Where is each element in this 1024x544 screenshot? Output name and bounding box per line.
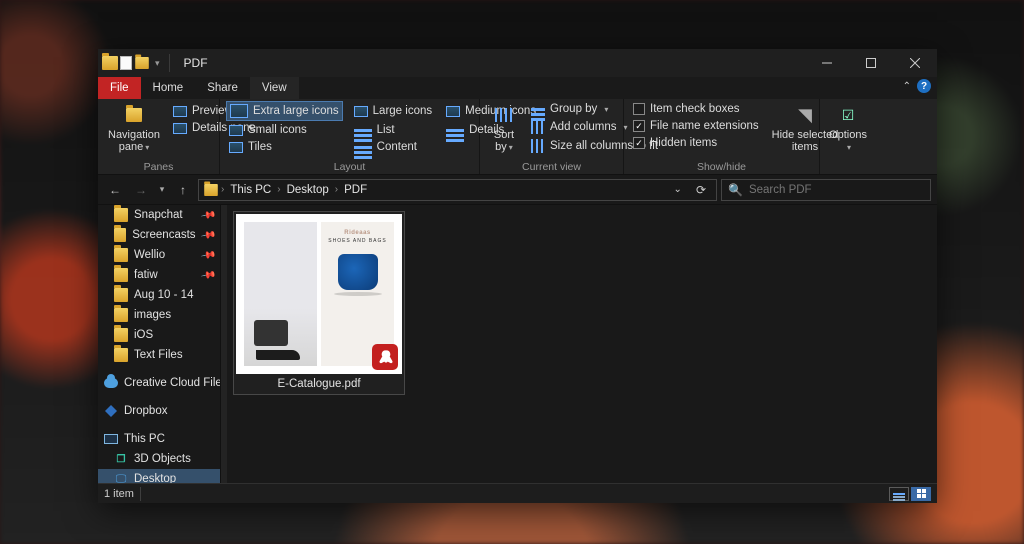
tab-file[interactable]: File — [98, 77, 141, 99]
navigation-pane-button[interactable]: Navigation pane▾ — [104, 101, 164, 156]
search-box[interactable]: 🔍 — [721, 179, 931, 201]
navigation-tree[interactable]: Snapchat📌 Screencasts📌 Wellio📌 fatiw📌 Au… — [98, 205, 221, 483]
sidebar-item-ios[interactable]: iOS — [98, 325, 220, 345]
sidebar-item-aug10[interactable]: Aug 10 - 14 — [98, 285, 220, 305]
file-name-label: E-Catalogue.pdf — [236, 374, 402, 392]
options-button[interactable]: ☑ Options▾ — [825, 101, 871, 156]
ribbon-view: Navigation pane▾ Preview pane Details pa… — [98, 99, 937, 175]
layout-xl-icons[interactable]: Extra large icons — [226, 101, 343, 121]
sidebar-item-ccf[interactable]: Creative Cloud Files — [98, 373, 220, 393]
help-icon[interactable]: ? — [917, 79, 931, 93]
file-item-ecatalogue[interactable]: Rideaas SHOES AND BAGS E-Catalogue.pdf — [233, 211, 405, 395]
breadcrumb-thispc[interactable]: This PC — [226, 184, 275, 196]
qat-expand-icon[interactable]: ▾ — [152, 58, 163, 69]
group-panes-label: Panes — [104, 160, 213, 174]
tab-share[interactable]: Share — [195, 77, 250, 99]
status-bar: 1 item — [98, 483, 937, 503]
sidebar-item-screencasts[interactable]: Screencasts📌 — [98, 225, 220, 245]
forward-button[interactable]: → — [130, 179, 152, 201]
item-checkboxes-toggle[interactable]: Item check boxes — [630, 101, 762, 117]
titlebar: ▾ PDF — [98, 49, 937, 77]
window-title: PDF — [178, 56, 805, 70]
layout-large-icons[interactable]: Large icons — [351, 101, 435, 121]
layout-content[interactable]: Content — [351, 139, 435, 155]
ribbon-tabs: File Home Share View ⌃ ? — [98, 77, 937, 99]
tab-home[interactable]: Home — [141, 77, 196, 99]
refresh-button[interactable]: ⟳ — [690, 183, 712, 197]
pdf-thumbnail: Rideaas SHOES AND BAGS — [236, 214, 402, 374]
qat-folder-icon[interactable] — [135, 57, 149, 69]
sidebar-item-fatiw[interactable]: fatiw📌 — [98, 265, 220, 285]
sidebar-item-dropbox[interactable]: Dropbox — [98, 401, 220, 421]
status-count: 1 item — [104, 488, 134, 500]
sidebar-item-wellio[interactable]: Wellio📌 — [98, 245, 220, 265]
view-thumbnails-button[interactable] — [911, 487, 931, 501]
tab-view[interactable]: View — [250, 77, 299, 99]
ribbon-collapse-icon[interactable]: ⌃ — [903, 81, 911, 92]
layout-tiles[interactable]: Tiles — [226, 139, 343, 155]
sidebar-item-images[interactable]: images — [98, 305, 220, 325]
pdf-badge-icon — [372, 344, 398, 370]
address-folder-icon — [204, 184, 218, 196]
group-showhide-label: Show/hide — [630, 160, 813, 174]
back-button[interactable]: ← — [104, 179, 126, 201]
layout-small-icons[interactable]: Small icons — [226, 122, 343, 138]
breadcrumb-desktop[interactable]: Desktop — [283, 184, 333, 196]
hidden-items-toggle[interactable]: ✓Hidden items — [630, 135, 762, 151]
app-folder-icon — [102, 56, 118, 70]
view-details-button[interactable] — [889, 487, 909, 501]
recent-locations-button[interactable]: ▾ — [156, 179, 168, 201]
qat-doc-icon[interactable] — [120, 56, 132, 70]
breadcrumb-pdf[interactable]: PDF — [340, 184, 371, 196]
navigation-row: ← → ▾ ↑ › This PC › Desktop › PDF ⌄ ⟳ 🔍 — [98, 175, 937, 205]
layout-list[interactable]: List — [351, 122, 435, 138]
history-chevron-icon[interactable]: ⌄ — [668, 184, 688, 195]
maximize-button[interactable] — [849, 49, 893, 77]
sidebar-item-thispc[interactable]: This PC — [98, 429, 220, 449]
minimize-button[interactable] — [805, 49, 849, 77]
sidebar-item-textfiles[interactable]: Text Files — [98, 345, 220, 365]
sort-by-button[interactable]: Sort by▾ — [486, 101, 522, 156]
sidebar-item-3dobjects[interactable]: ❒3D Objects — [98, 449, 220, 469]
file-list[interactable]: Rideaas SHOES AND BAGS E-Catalogue.pdf — [227, 205, 937, 483]
group-layout-label: Layout — [226, 160, 473, 174]
search-input[interactable] — [749, 184, 924, 196]
close-button[interactable] — [893, 49, 937, 77]
sidebar-item-snapchat[interactable]: Snapchat📌 — [98, 205, 220, 225]
group-currentview-label: Current view — [486, 160, 617, 174]
main-area: Snapchat📌 Screencasts📌 Wellio📌 fatiw📌 Au… — [98, 205, 937, 483]
up-button[interactable]: ↑ — [172, 179, 194, 201]
sidebar-item-desktop[interactable]: 🖵Desktop — [98, 469, 220, 483]
search-icon: 🔍 — [728, 183, 743, 197]
address-bar[interactable]: › This PC › Desktop › PDF ⌄ ⟳ — [198, 179, 717, 201]
file-explorer-window: ▾ PDF File Home Share View ⌃ ? Navigatio… — [98, 49, 937, 503]
file-ext-toggle[interactable]: ✓File name extensions — [630, 118, 762, 134]
